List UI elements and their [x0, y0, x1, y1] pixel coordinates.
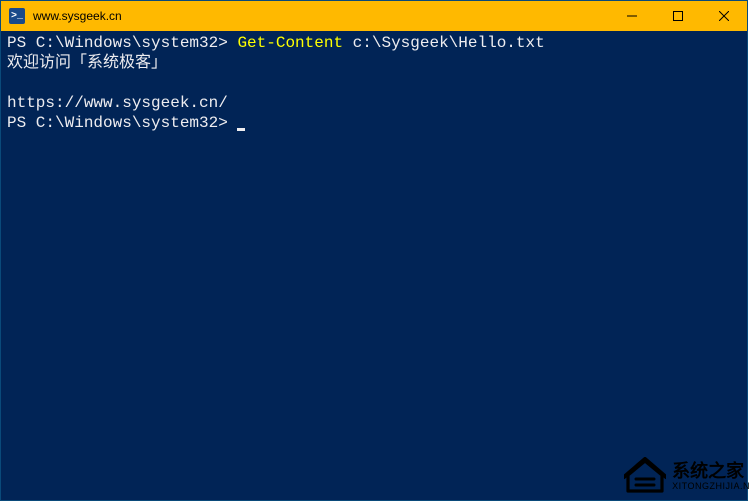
command-name: Get-Content — [237, 34, 343, 52]
minimize-button[interactable] — [609, 1, 655, 31]
close-button[interactable] — [701, 1, 747, 31]
output-line-1: 欢迎访问「系统极客」 — [7, 54, 167, 72]
powershell-icon: >_ — [9, 8, 25, 24]
minimize-icon — [627, 11, 637, 21]
terminal-body[interactable]: PS C:\Windows\system32> Get-Content c:\S… — [1, 31, 747, 500]
cursor — [237, 128, 245, 131]
output-line-2: https://www.sysgeek.cn/ — [7, 94, 228, 112]
prompt-1: PS C:\Windows\system32> — [7, 34, 237, 52]
watermark-text: 系统之家 XITONGZHIJIA.N — [672, 462, 750, 491]
command-arg: c:\Sysgeek\Hello.txt — [343, 34, 545, 52]
prompt-2: PS C:\Windows\system32> — [7, 114, 237, 132]
close-icon — [719, 11, 729, 21]
watermark: 系统之家 XITONGZHIJIA.N — [624, 457, 750, 495]
maximize-icon — [673, 11, 683, 21]
powershell-icon-glyph: >_ — [11, 11, 23, 22]
watermark-en: XITONGZHIJIA.N — [672, 482, 750, 491]
titlebar[interactable]: >_ www.sysgeek.cn — [1, 1, 747, 31]
watermark-cn: 系统之家 — [672, 462, 750, 480]
powershell-window: >_ www.sysgeek.cn PS C:\Windows\system32… — [0, 0, 748, 501]
house-icon — [624, 457, 666, 495]
window-title: www.sysgeek.cn — [33, 9, 609, 23]
window-controls — [609, 1, 747, 31]
maximize-button[interactable] — [655, 1, 701, 31]
